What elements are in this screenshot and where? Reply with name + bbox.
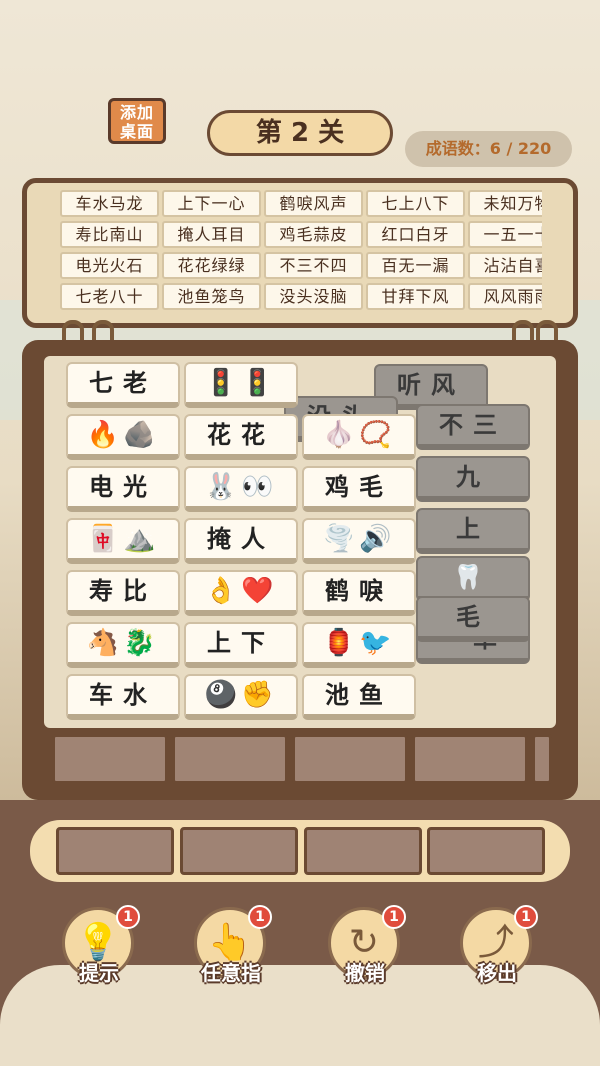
idiom-item: 花花绿绿 (162, 252, 261, 279)
idiom-count: 成语数：6 / 220 (405, 131, 572, 167)
picture-tile[interactable]: 🌪️🔊 (302, 518, 416, 564)
idiom-item: 池鱼笼鸟 (162, 283, 261, 310)
idiom-item: 鸡毛蒜皮 (264, 221, 363, 248)
picture-tile[interactable]: 🔥🪨 (66, 414, 180, 460)
picture-tile[interactable]: 🀄⛰️ (66, 518, 180, 564)
idiom-item: 不三不四 (264, 252, 363, 279)
count-badge: 1 (514, 905, 538, 929)
word-tile[interactable]: 花花 (184, 414, 298, 460)
idiom-item: 百无一漏 (366, 252, 465, 279)
tool-label: 移出 (477, 961, 517, 985)
covered-tile: 上 (416, 508, 530, 554)
add-to-desktop-button[interactable]: 添加 桌面 (108, 98, 166, 144)
covered-tile: 毛 (416, 596, 530, 642)
tool-label: 撤销 (345, 961, 385, 985)
word-tile[interactable]: 上下 (184, 622, 298, 668)
tray-slot (304, 827, 422, 875)
tray-slot (427, 827, 545, 875)
picture-tile[interactable]: 🐴🐉 (66, 622, 180, 668)
covered-tile: 不三 (416, 404, 530, 450)
idiom-item: 寿比南山 (60, 221, 159, 248)
idiom-item: 掩人耳目 (162, 221, 261, 248)
idiom-item: 七老八十 (60, 283, 159, 310)
tool-label: 提示 (79, 961, 119, 985)
idiom-item: 一五一十 (468, 221, 542, 248)
tile-stack: 听风没头不三九上🦷一草毛七老🚦🚦🔥🪨花花🧄📿电光🐰👀鸡毛🀄⛰️掩人🌪️🔊寿比👌❤… (44, 356, 556, 728)
picture-tile[interactable]: 👌❤️ (184, 570, 298, 616)
idiom-item: 红口白牙 (366, 221, 465, 248)
word-tile[interactable]: 鸡毛 (302, 466, 416, 512)
idiom-item: 电光火石 (60, 252, 159, 279)
idiom-item: 鹤唳风声 (264, 190, 363, 217)
word-tile[interactable]: 电光 (66, 466, 180, 512)
word-tile[interactable]: 七老 (66, 362, 180, 408)
picture-tile[interactable]: 🚦🚦 (184, 362, 298, 408)
picture-tile[interactable]: 🏮🐦 (302, 622, 416, 668)
idiom-item: 上下一心 (162, 190, 261, 217)
tool-button-3[interactable]: ↻ 1 撤销 (326, 905, 406, 985)
idiom-item: 甘拜下风 (366, 283, 465, 310)
word-tile[interactable]: 寿比 (66, 570, 180, 616)
idiom-item: 未知万物 (468, 190, 542, 217)
picture-tile[interactable]: 🐰👀 (184, 466, 298, 512)
idiom-list: 车水马龙上下一心鹤唳风声七上八下未知万物寿比南山掩人耳目鸡毛蒜皮红口白牙一五一十… (60, 190, 542, 314)
idiom-item: 车水马龙 (60, 190, 159, 217)
slot (412, 734, 528, 784)
slot (172, 734, 288, 784)
word-tile[interactable]: 池鱼 (302, 674, 416, 720)
covered-tile: 九 (416, 456, 530, 502)
tool-button-2[interactable]: 👆 1 任意指 (192, 905, 272, 985)
slot (292, 734, 408, 784)
count-badge: 1 (382, 905, 406, 929)
idiom-item: 沾沾自喜 (468, 252, 542, 279)
idiom-item: 风风雨雨 (468, 283, 542, 310)
tray-slot (56, 827, 174, 875)
picture-tile[interactable]: 🧄📿 (302, 414, 416, 460)
slot (532, 734, 552, 784)
tray-slot (180, 827, 298, 875)
count-badge: 1 (116, 905, 140, 929)
tool-label: 任意指 (201, 961, 261, 985)
idiom-item: 没头没脑 (264, 283, 363, 310)
idiom-item: 七上八下 (366, 190, 465, 217)
count-badge: 1 (248, 905, 272, 929)
tool-button-4[interactable]: ⤴ 1 移出 (458, 905, 538, 985)
slot (52, 734, 168, 784)
word-tile[interactable]: 鹤唳 (302, 570, 416, 616)
word-tile[interactable]: 车水 (66, 674, 180, 720)
slot-row (52, 734, 552, 786)
picture-tile[interactable]: 🎱✊ (184, 674, 298, 720)
word-tile[interactable]: 掩人 (184, 518, 298, 564)
tool-button-1[interactable]: 💡 1 提示 (60, 905, 140, 985)
level-title: 第 2 关 (207, 110, 393, 156)
